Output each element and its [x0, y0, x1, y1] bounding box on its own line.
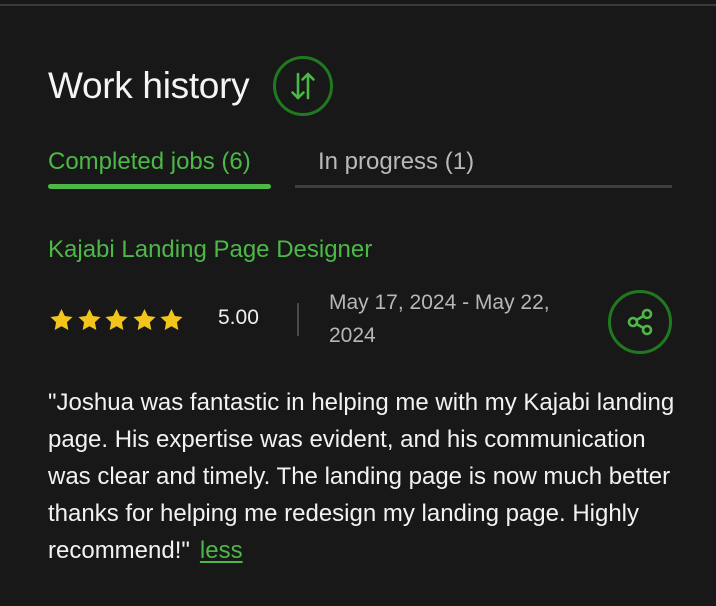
sort-arrows-icon: [291, 72, 316, 100]
star-icon: [132, 308, 156, 330]
job-date-range: May 17, 2024 - May 22, 2024: [329, 291, 550, 347]
rating-value: 5.00: [218, 306, 259, 329]
meta-divider: [297, 303, 299, 336]
share-icon: [627, 308, 653, 336]
job-meta-row: 5.00 May 17, 2024 - May 22, 2024: [48, 286, 672, 356]
page-title: Work history: [48, 65, 250, 106]
review-text: "Joshua was fantastic in helping me with…: [48, 389, 675, 564]
tab-in-progress[interactable]: In progress (1): [318, 148, 474, 176]
sort-button[interactable]: [273, 56, 334, 116]
job-title-link[interactable]: Kajabi Landing Page Designer: [48, 236, 372, 264]
star-icon: [105, 308, 128, 330]
active-tab-indicator: [48, 184, 271, 189]
share-button[interactable]: [608, 290, 672, 354]
review-text-block: "Joshua was fantastic in helping me with…: [48, 384, 688, 569]
less-link[interactable]: less: [200, 537, 243, 564]
tabs-track: [295, 185, 672, 188]
star-icon: [50, 308, 73, 330]
work-history-tabs: Completed jobs (6) In progress (1): [48, 142, 672, 189]
star-rating: [48, 307, 186, 333]
tab-completed-jobs[interactable]: Completed jobs (6): [48, 148, 251, 176]
section-header: Work history: [48, 56, 334, 116]
star-icon: [77, 308, 101, 330]
top-divider: [0, 4, 716, 6]
star-icon: [160, 308, 183, 330]
